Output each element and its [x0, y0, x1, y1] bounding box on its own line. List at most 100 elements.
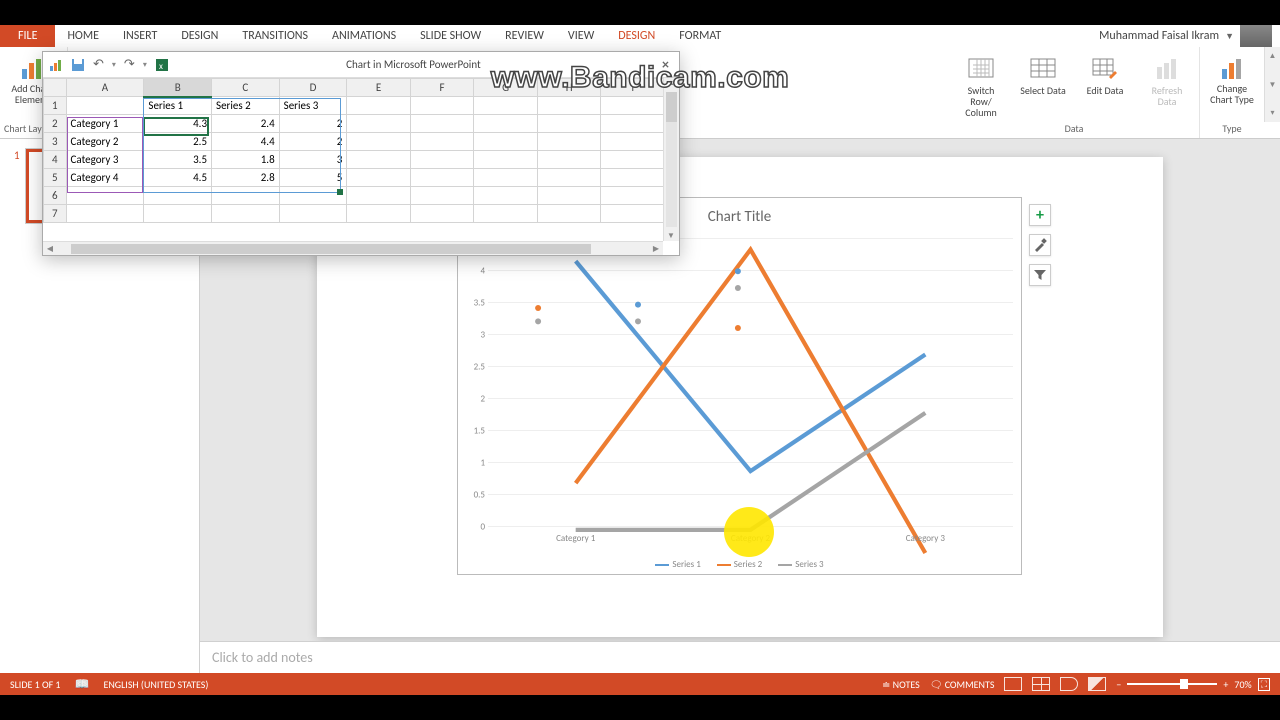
cell[interactable]: 2.5 — [144, 133, 212, 151]
change-chart-type-button[interactable]: Change Chart Type — [1208, 55, 1256, 105]
legend-series-2[interactable]: Series 2 — [717, 559, 762, 570]
cell[interactable]: 4.3 — [144, 115, 212, 133]
zoom-level[interactable]: 70% — [1234, 678, 1251, 691]
tab-home[interactable]: HOME — [55, 25, 111, 47]
cell[interactable]: 3 — [279, 151, 347, 169]
scroll-more-icon[interactable]: ▾ — [1266, 106, 1280, 120]
sorter-view-button[interactable] — [1032, 677, 1050, 691]
cell[interactable]: Category 4 — [66, 169, 144, 187]
col-header-i[interactable]: I — [601, 79, 663, 97]
chart-styles-button[interactable] — [1029, 234, 1051, 256]
zoom-in-button[interactable]: + — [1223, 678, 1228, 691]
col-header-b[interactable]: B — [144, 79, 212, 97]
datasheet-title: Chart in Microsoft PowerPoint — [179, 58, 648, 71]
row-header[interactable]: 2 — [44, 115, 67, 133]
tab-file[interactable]: FILE — [0, 25, 55, 47]
datasheet-vscroll[interactable]: ▲ ▼ — [663, 78, 679, 241]
col-header-e[interactable]: E — [347, 79, 411, 97]
row-header[interactable]: 5 — [44, 169, 67, 187]
svg-text:x: x — [159, 61, 163, 72]
group-type: Type — [1222, 120, 1241, 138]
normal-view-button[interactable] — [1004, 677, 1022, 691]
cell[interactable]: Category 2 — [66, 133, 144, 151]
letterbox-bottom — [0, 695, 1280, 720]
notes-pane[interactable]: Click to add notes — [200, 641, 1280, 673]
cell[interactable]: 4.5 — [144, 169, 212, 187]
close-button[interactable]: × — [658, 56, 673, 73]
excel-icon[interactable]: x — [155, 58, 169, 72]
spellcheck-icon[interactable]: 📖 — [75, 677, 90, 692]
cell[interactable]: 2.4 — [212, 115, 280, 133]
tab-insert[interactable]: INSERT — [111, 25, 169, 47]
tab-slideshow[interactable]: SLIDE SHOW — [408, 25, 493, 47]
cell[interactable]: 3.5 — [144, 151, 212, 169]
reading-view-button[interactable] — [1060, 677, 1078, 691]
status-language[interactable]: ENGLISH (UNITED STATES) — [103, 678, 208, 691]
cell[interactable]: 1.8 — [212, 151, 280, 169]
col-header-c[interactable]: C — [212, 79, 280, 97]
datasheet-grid[interactable]: A B C D E F G H I 1 Series 1Series 2Serie… — [43, 78, 663, 241]
cell[interactable]: Category 3 — [66, 151, 144, 169]
tab-view[interactable]: VIEW — [556, 25, 606, 47]
slideshow-view-button[interactable] — [1088, 677, 1106, 691]
col-header-d[interactable]: D — [279, 79, 347, 97]
cell[interactable]: 2 — [279, 115, 347, 133]
funnel-icon — [1033, 268, 1047, 282]
tab-review[interactable]: REVIEW — [493, 25, 556, 47]
row-header[interactable]: 4 — [44, 151, 67, 169]
ribbon-gallery-scroll[interactable]: ▲ ▼ ▾ — [1264, 47, 1280, 122]
zoom-control[interactable]: − + 70% ⛶ — [1116, 678, 1270, 691]
tab-transitions[interactable]: TRANSITIONS — [230, 25, 320, 47]
datasheet-hscroll[interactable]: ◀▶ — [43, 241, 663, 255]
select-data-button[interactable]: Select Data — [1019, 55, 1067, 96]
cell[interactable]: Series 3 — [279, 97, 347, 115]
switch-icon — [967, 55, 995, 83]
row-header[interactable]: 6 — [44, 187, 67, 205]
col-header-a[interactable]: A — [66, 79, 144, 97]
select-all-corner[interactable] — [44, 79, 67, 97]
cell[interactable]: Series 1 — [144, 97, 212, 115]
legend-series-3[interactable]: Series 3 — [778, 559, 823, 570]
datasheet-titlebar[interactable]: ↶ ▾ ↷ ▾ x Chart in Microsoft PowerPoint … — [43, 52, 679, 78]
x-category-3: Category 3 — [906, 533, 945, 544]
chart-elements-button[interactable]: + — [1029, 204, 1051, 226]
undo-icon[interactable]: ↶ — [93, 57, 104, 72]
col-header-h[interactable]: H — [537, 79, 601, 97]
row-header[interactable]: 7 — [44, 205, 67, 223]
legend-series-1[interactable]: Series 1 — [655, 559, 700, 570]
row-header[interactable]: 3 — [44, 133, 67, 151]
chart-legend[interactable]: Series 1 Series 2 Series 3 — [458, 559, 1021, 570]
scroll-down-icon[interactable]: ▼ — [1266, 78, 1280, 92]
chart-filters-button[interactable] — [1029, 264, 1051, 286]
zoom-out-button[interactable]: − — [1116, 678, 1121, 691]
status-bar: SLIDE 1 OF 1 📖 ENGLISH (UNITED STATES) ≐… — [0, 673, 1280, 695]
tab-animations[interactable]: ANIMATIONS — [320, 25, 408, 47]
tab-format[interactable]: FORMAT — [667, 25, 733, 47]
cell[interactable]: Series 2 — [212, 97, 280, 115]
status-slide: SLIDE 1 OF 1 — [10, 678, 61, 691]
scroll-up-icon[interactable]: ▲ — [1266, 49, 1280, 63]
tab-chart-design[interactable]: DESIGN — [606, 25, 667, 47]
fit-to-window-button[interactable]: ⛶ — [1258, 678, 1270, 691]
switch-row-column-button[interactable]: Switch Row/ Column — [957, 55, 1005, 118]
redo-icon[interactable]: ↷ — [124, 57, 135, 72]
save-icon[interactable] — [71, 58, 85, 72]
range-handle[interactable] — [337, 189, 343, 195]
row-header[interactable]: 1 — [44, 97, 67, 115]
datasheet-window[interactable]: ↶ ▾ ↷ ▾ x Chart in Microsoft PowerPoint … — [42, 51, 680, 256]
col-header-g[interactable]: G — [474, 79, 538, 97]
cell[interactable]: 5 — [279, 169, 347, 187]
cell[interactable]: 4.4 — [212, 133, 280, 151]
cell[interactable]: Category 1 — [66, 115, 144, 133]
notes-toggle[interactable]: ≐ NOTES — [882, 678, 920, 691]
chart-plot-area[interactable]: 0 0.5 1 1.5 2 2.5 3 3.5 4 4.5 — [488, 238, 1013, 526]
account-name[interactable]: Muhammad Faisal Ikram▼ — [1091, 25, 1280, 47]
cell[interactable]: 2 — [279, 133, 347, 151]
cell[interactable] — [66, 97, 144, 115]
col-header-f[interactable]: F — [410, 79, 474, 97]
zoom-slider[interactable] — [1127, 683, 1217, 685]
tab-design[interactable]: DESIGN — [169, 25, 230, 47]
edit-data-button[interactable]: Edit Data — [1081, 55, 1129, 96]
cell[interactable]: 2.8 — [212, 169, 280, 187]
comments-toggle[interactable]: 🗨 COMMENTS — [930, 678, 995, 691]
